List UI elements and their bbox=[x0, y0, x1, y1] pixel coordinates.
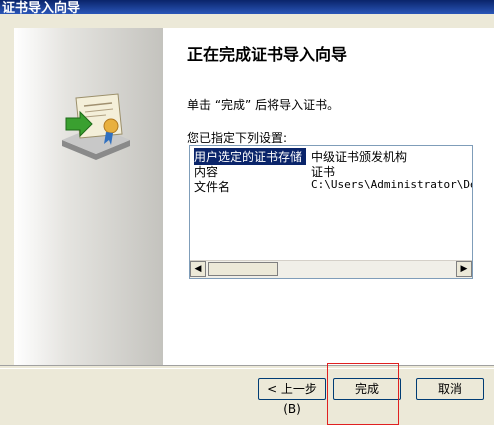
wizard-side-panel bbox=[14, 28, 163, 365]
back-button[interactable]: < 上一步(B) bbox=[258, 378, 326, 416]
wizard-content: 正在完成证书导入向导 单击 “完成” 后将导入证书。 您已指定下列设置: 用户选… bbox=[163, 28, 494, 365]
wizard-heading: 正在完成证书导入向导 bbox=[187, 45, 348, 64]
left-strip bbox=[0, 14, 10, 365]
settings-list[interactable]: 用户选定的证书存储 中级证书颁发机构 内容 证书 文件名 C:\Users\Ad… bbox=[189, 145, 473, 279]
window-title: 证书导入向导 bbox=[2, 1, 81, 14]
cancel-button[interactable]: 取消 bbox=[416, 378, 484, 400]
arrow-right-icon[interactable]: ▶ bbox=[456, 261, 472, 277]
certificate-import-icon bbox=[62, 93, 130, 160]
horizontal-scrollbar[interactable]: ◀ ▶ bbox=[190, 260, 472, 278]
wizard-dialog: 正在完成证书导入向导 单击 “完成” 后将导入证书。 您已指定下列设置: 用户选… bbox=[0, 14, 494, 425]
setting-name: 文件名 bbox=[194, 180, 231, 194]
arrow-left-icon[interactable]: ◀ bbox=[190, 261, 206, 277]
scrollbar-thumb[interactable] bbox=[208, 262, 278, 276]
setting-value: C:\Users\Administrator\Desk bbox=[311, 178, 473, 191]
divider bbox=[0, 365, 494, 369]
window-title-bar[interactable]: 证书导入向导 bbox=[0, 0, 494, 14]
settings-label: 您已指定下列设置: bbox=[187, 131, 288, 145]
wizard-instruction: 单击 “完成” 后将导入证书。 bbox=[187, 98, 340, 112]
finish-button[interactable]: 完成 bbox=[333, 378, 401, 400]
